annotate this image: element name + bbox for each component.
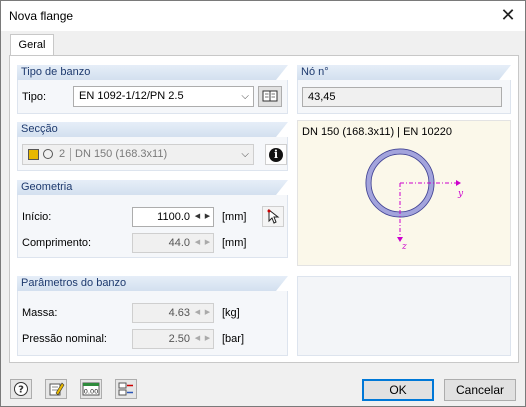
seccao-number: 2 bbox=[59, 148, 66, 160]
section-drawing: y z bbox=[365, 148, 464, 252]
settings-button[interactable] bbox=[115, 379, 137, 399]
circle-section-icon bbox=[43, 149, 53, 159]
massa-unit: [kg] bbox=[222, 307, 240, 319]
pressao-label: Pressão nominal: bbox=[22, 333, 107, 345]
decrement-icon[interactable]: ◀ bbox=[193, 210, 202, 224]
divider bbox=[70, 148, 71, 161]
increment-icon[interactable]: ▶ bbox=[203, 306, 212, 320]
section-info-button[interactable]: i bbox=[265, 144, 287, 165]
empty-panel bbox=[297, 276, 511, 356]
tipo-select[interactable]: EN 1092-1/12/PN 2.5 ⌵ bbox=[73, 86, 254, 107]
inicio-unit: [mm] bbox=[222, 211, 247, 223]
massa-value: 4.63 bbox=[168, 307, 190, 319]
help-button[interactable]: ? bbox=[10, 379, 32, 399]
group-header: Tipo de banzo bbox=[17, 65, 288, 80]
pressao-input[interactable]: 2.50 ◀ ▶ bbox=[132, 329, 214, 349]
group-geometria: Geometria Início: 1100.0 ◀ ▶ [mm] Compri… bbox=[17, 180, 288, 258]
cancel-button[interactable]: Cancelar bbox=[444, 379, 516, 401]
tipo-label: Tipo: bbox=[22, 91, 47, 103]
group-header: Parâmetros do banzo bbox=[17, 276, 288, 291]
no-field[interactable]: 43,45 bbox=[302, 87, 502, 107]
tab-panel: Tipo de banzo Tipo: EN 1092-1/12/PN 2.5 … bbox=[9, 55, 519, 363]
massa-label: Massa: bbox=[22, 307, 58, 319]
massa-input[interactable]: 4.63 ◀ ▶ bbox=[132, 303, 214, 323]
group-header: Secção bbox=[17, 122, 288, 137]
pick-cursor-icon bbox=[267, 208, 280, 224]
title-bar: Nova flange ✕ bbox=[1, 1, 525, 31]
svg-text:?: ? bbox=[18, 385, 24, 396]
increment-icon[interactable]: ▶ bbox=[203, 236, 212, 250]
comprimento-value: 44.0 bbox=[168, 237, 190, 249]
group-parametros: Parâmetros do banzo Massa: 4.63 ◀ ▶ [kg]… bbox=[17, 276, 288, 356]
edit-button[interactable] bbox=[45, 379, 67, 399]
decrement-icon[interactable]: ◀ bbox=[193, 332, 202, 346]
ok-button[interactable]: OK bbox=[362, 379, 434, 401]
inicio-label: Início: bbox=[22, 211, 52, 223]
inicio-value: 1100.0 bbox=[157, 211, 190, 223]
units-button[interactable]: 0.00 bbox=[80, 379, 102, 399]
inicio-input[interactable]: 1100.0 ◀ ▶ bbox=[132, 207, 214, 227]
decrement-icon[interactable]: ◀ bbox=[193, 306, 202, 320]
window-title: Nova flange bbox=[9, 9, 74, 23]
seccao-value: DN 150 (168.3x11) bbox=[75, 148, 168, 160]
group-tipo-de-banzo: Tipo de banzo Tipo: EN 1092-1/12/PN 2.5 … bbox=[17, 65, 288, 114]
tab-geral[interactable]: Geral bbox=[10, 34, 54, 56]
dialog-window: Nova flange ✕ Geral Tipo de banzo Tipo: … bbox=[0, 0, 526, 407]
chevron-down-icon: ⌵ bbox=[241, 149, 249, 160]
info-icon: i bbox=[269, 148, 283, 162]
pressao-unit: [bar] bbox=[222, 333, 245, 345]
close-button[interactable]: ✕ bbox=[491, 1, 525, 31]
color-swatch-icon bbox=[28, 149, 39, 160]
chevron-down-icon: ⌵ bbox=[241, 91, 249, 102]
comprimento-input[interactable]: 44.0 ◀ ▶ bbox=[132, 233, 214, 253]
group-header: Nó n° bbox=[297, 65, 511, 80]
pressao-value: 2.50 bbox=[168, 333, 190, 345]
comprimento-label: Comprimento: bbox=[22, 237, 92, 249]
settings-icon bbox=[118, 382, 133, 396]
decrement-icon[interactable]: ◀ bbox=[193, 236, 202, 250]
pick-button[interactable] bbox=[262, 206, 284, 227]
seccao-select[interactable]: 2 DN 150 (168.3x11) ⌵ bbox=[22, 144, 254, 165]
increment-icon[interactable]: ▶ bbox=[203, 210, 212, 224]
library-book-icon bbox=[262, 90, 278, 102]
units-icon: 0.00 bbox=[82, 382, 100, 396]
section-preview: DN 150 (168.3x11) | EN 10220 y z bbox=[297, 120, 511, 266]
edit-icon bbox=[49, 382, 65, 396]
svg-text:0.00: 0.00 bbox=[84, 388, 98, 396]
library-button[interactable] bbox=[258, 86, 282, 107]
comprimento-unit: [mm] bbox=[222, 237, 247, 249]
group-seccao: Secção 2 DN 150 (168.3x11) ⌵ i bbox=[17, 122, 288, 171]
y-axis-arrow bbox=[456, 180, 461, 186]
increment-icon[interactable]: ▶ bbox=[203, 332, 212, 346]
z-axis-label: z bbox=[401, 242, 407, 252]
group-header: Geometria bbox=[17, 180, 288, 195]
tipo-value: EN 1092-1/12/PN 2.5 bbox=[79, 90, 184, 102]
y-axis-label: y bbox=[457, 189, 464, 199]
group-no: Nó n° 43,45 bbox=[297, 65, 511, 114]
help-icon: ? bbox=[14, 382, 28, 396]
